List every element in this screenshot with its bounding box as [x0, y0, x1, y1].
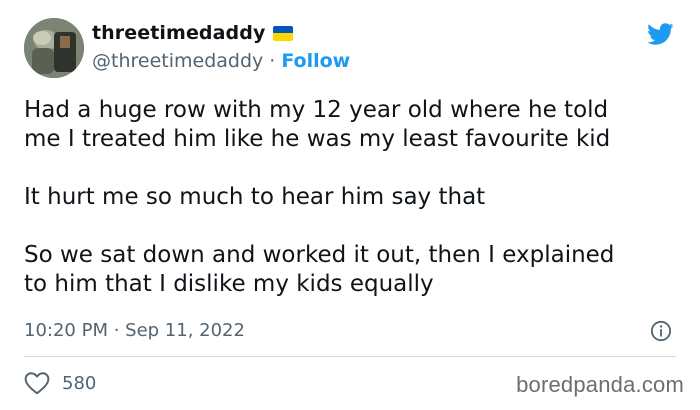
author-name-row: threetimedaddy: [92, 22, 294, 44]
like-row[interactable]: 580: [24, 371, 96, 395]
twitter-bird-icon[interactable]: [644, 20, 676, 48]
author-handle[interactable]: @threetimedaddy: [92, 50, 263, 72]
separator-dot: ·: [269, 50, 276, 72]
flag-bottom-stripe: [273, 33, 294, 41]
display-name[interactable]: threetimedaddy: [92, 22, 265, 44]
info-icon[interactable]: [650, 320, 672, 342]
flag-top-stripe: [273, 25, 294, 33]
follow-button[interactable]: Follow: [281, 50, 350, 72]
heart-icon[interactable]: [24, 371, 50, 395]
author-handle-row: @threetimedaddy · Follow: [92, 50, 350, 72]
like-count: 580: [62, 372, 97, 394]
tweet-card: threetimedaddy @threetimedaddy · Follow …: [0, 0, 700, 410]
tweet-text: Had a huge row with my 12 year old where…: [24, 96, 684, 328]
avatar[interactable]: [24, 18, 84, 78]
divider: [24, 356, 676, 357]
tweet-paragraph: Had a huge row with my 12 year old where…: [24, 97, 611, 152]
tweet-paragraph: It hurt me so much to hear him say that: [24, 184, 486, 210]
tweet-timestamp[interactable]: 10:20 PM · Sep 11, 2022: [24, 320, 245, 341]
tweet-paragraph: So we sat down and worked it out, then I…: [24, 242, 615, 297]
ukraine-flag-icon: [273, 25, 294, 41]
avatar-image: [24, 18, 84, 78]
watermark: boredpanda.com: [516, 372, 684, 397]
